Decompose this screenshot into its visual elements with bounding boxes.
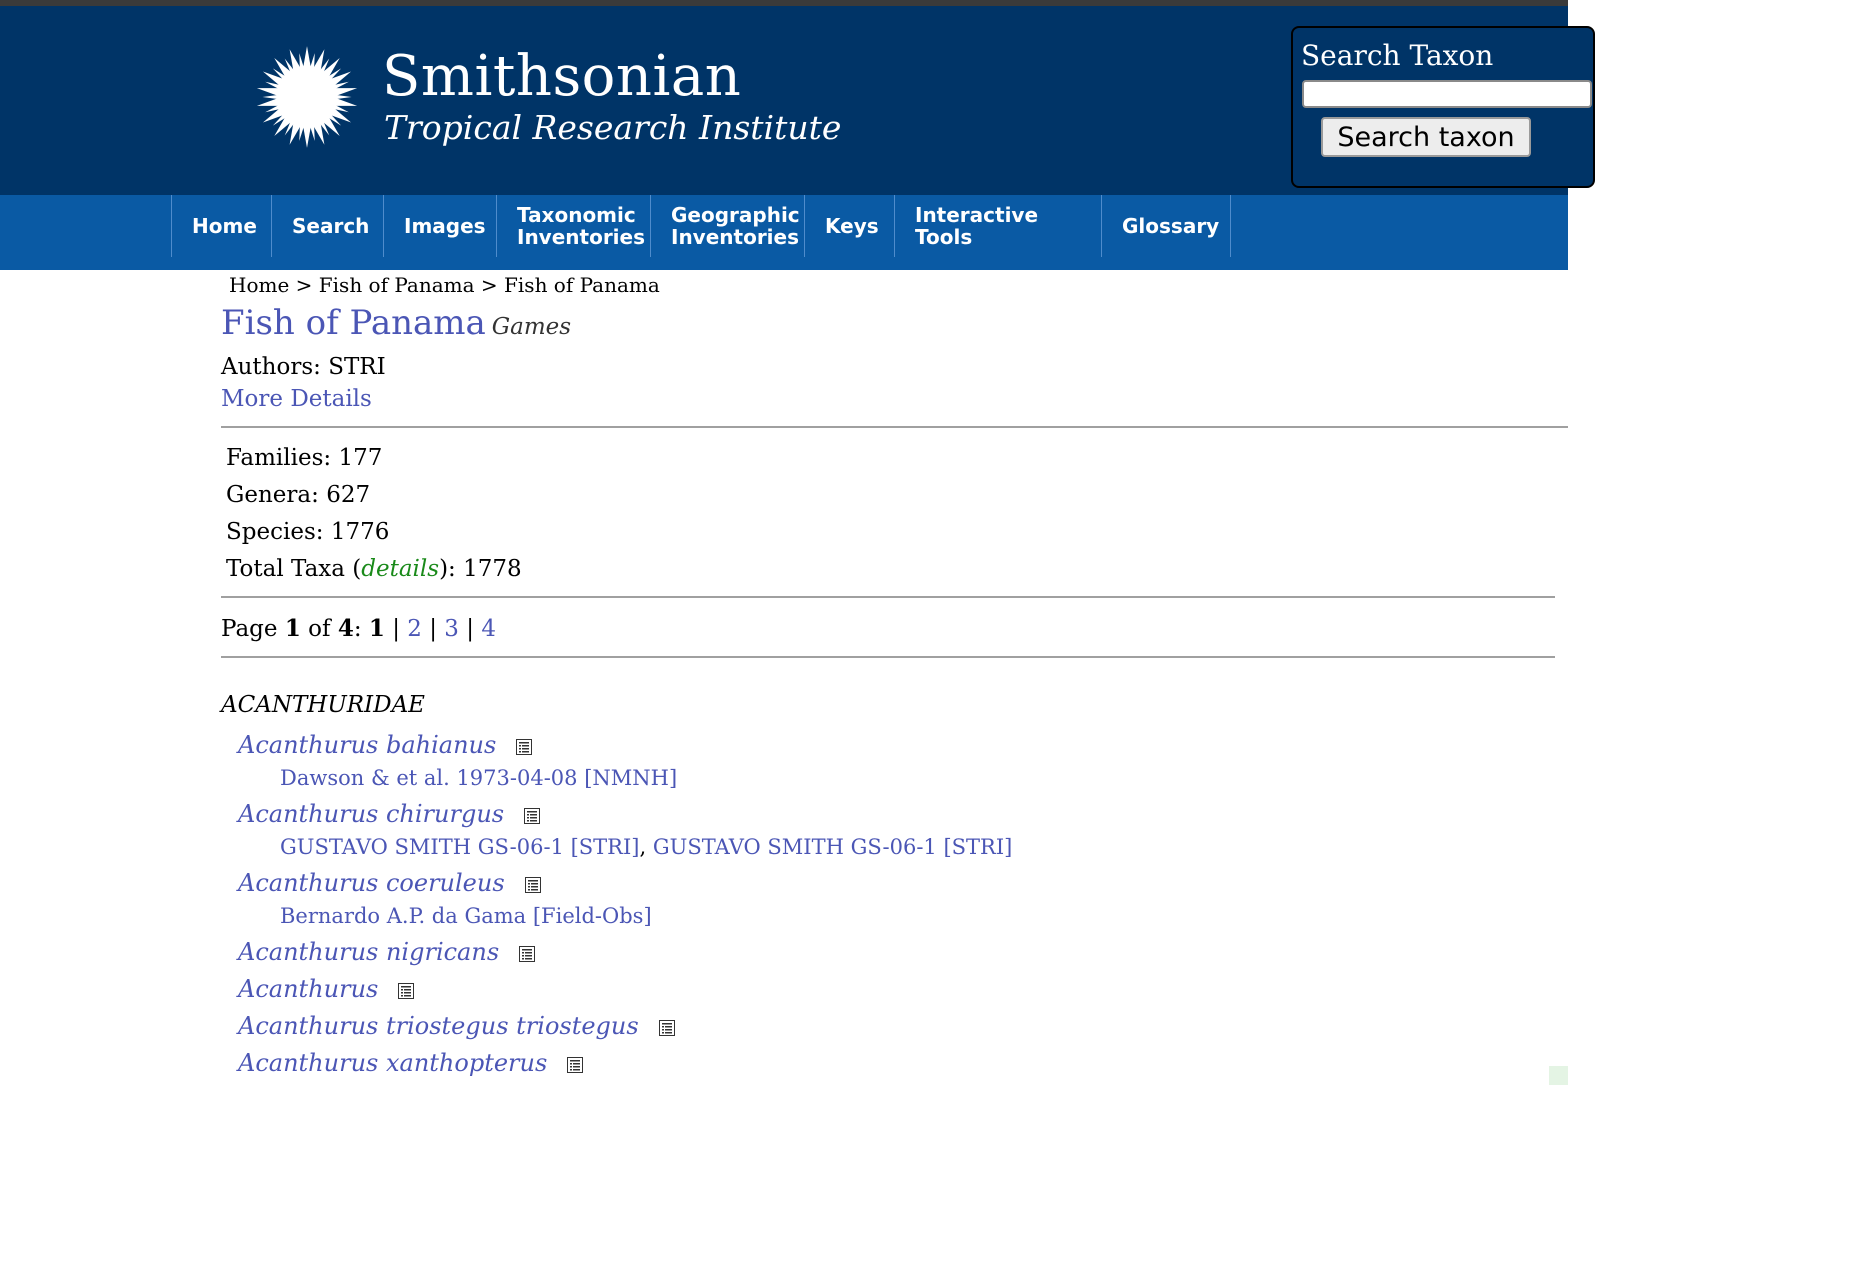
pager-current-page: 1	[368, 615, 385, 642]
genera-label: Genera:	[226, 482, 319, 508]
taxon-item: Acanthurus chirurgus	[238, 799, 541, 829]
pager-separator: |	[392, 616, 400, 642]
authors-value: STRI	[328, 354, 386, 380]
search-taxon-title: Search Taxon	[1301, 39, 1494, 72]
record-link[interactable]: Dawson & et al. 1973-04-08 [NMNH]	[280, 764, 677, 792]
families-value: 177	[338, 445, 383, 471]
pager-of: of	[300, 616, 338, 642]
page-title-text[interactable]: Fish of Panama	[221, 303, 486, 343]
record-line: GUSTAVO SMITH GS-06-1 [STRI], GUSTAVO SM…	[280, 833, 1012, 861]
nav-item-search[interactable]: Search	[271, 195, 383, 257]
games-link[interactable]: Games	[492, 314, 571, 340]
nav-item-taxonomic-inventories[interactable]: Taxonomic Inventories	[496, 195, 650, 257]
families-label: Families:	[226, 445, 332, 471]
checklist-icon[interactable]	[524, 807, 541, 824]
brand-subtitle[interactable]: Tropical Research Institute	[384, 106, 841, 150]
checklist-icon[interactable]	[516, 738, 533, 755]
taxon-item: Acanthurus triostegus triostegus	[238, 1011, 675, 1041]
pagination: Page 1 of 4: 1 | 2 | 3 | 4	[221, 615, 496, 643]
genera-value: 627	[326, 482, 371, 508]
more-details-link[interactable]: More Details	[221, 385, 372, 413]
pager-page-4[interactable]: 4	[481, 616, 496, 642]
breadcrumb-separator: >	[480, 273, 498, 297]
taxon-link[interactable]: Acanthurus chirurgus	[238, 800, 504, 828]
breadcrumb: Home > Fish of Panama > Fish of Panama	[229, 272, 660, 298]
checklist-icon[interactable]	[519, 945, 536, 962]
taxon-item: Acanthurus xanthopterus	[238, 1048, 584, 1078]
pager-separator: |	[429, 616, 437, 642]
total-taxa-value: 1778	[463, 556, 522, 582]
pager-separator: |	[466, 616, 474, 642]
pager-page-3[interactable]: 3	[444, 616, 459, 642]
families-stat: Families: 177	[226, 444, 382, 472]
pager-page-2[interactable]: 2	[407, 616, 422, 642]
search-taxon-button[interactable]: Search taxon	[1321, 117, 1531, 157]
taxon-link[interactable]: Acanthurus nigricans	[238, 938, 499, 966]
checklist-icon[interactable]	[658, 1019, 675, 1036]
taxon-link[interactable]: Acanthurus coeruleus	[238, 869, 505, 897]
authors-line: Authors: STRI	[221, 353, 386, 381]
divider	[221, 426, 1568, 428]
breadcrumb-fish-of-panama[interactable]: Fish of Panama	[319, 273, 475, 297]
pager-prefix: Page	[221, 616, 285, 642]
page-title: Fish of Panama Games	[221, 301, 571, 349]
total-taxa-label: Total Taxa (	[226, 556, 362, 582]
nav-item-images[interactable]: Images	[383, 195, 496, 257]
checklist-icon[interactable]	[567, 1056, 584, 1073]
breadcrumb-current: Fish of Panama	[504, 273, 660, 297]
taxon-item: Acanthurus	[238, 974, 415, 1004]
taxon-link[interactable]: Acanthurus	[238, 975, 378, 1003]
main-nav: Home Search Images Taxonomic Inventories…	[0, 195, 1568, 270]
divider	[221, 596, 1555, 598]
taxon-item: Acanthurus bahianus	[238, 730, 533, 760]
family-heading: ACANTHURIDAE	[221, 692, 425, 718]
divider	[221, 656, 1555, 658]
record-separator: ,	[639, 835, 647, 859]
site-header: Smithsonian Tropical Research Institute …	[0, 6, 1595, 195]
nav-item-interactive-tools[interactable]: Interactive Tools	[894, 195, 1101, 257]
nav-item-home[interactable]: Home	[171, 195, 271, 257]
taxon-item: Acanthurus coeruleus	[238, 868, 541, 898]
search-taxon-panel: Search Taxon Search taxon	[1291, 26, 1595, 188]
pager-colon: :	[353, 616, 369, 642]
checklist-icon[interactable]	[524, 876, 541, 893]
search-taxon-input[interactable]	[1302, 80, 1592, 108]
brand-title[interactable]: Smithsonian	[382, 42, 741, 112]
authors-label: Authors:	[221, 354, 321, 380]
taxon-link[interactable]: Acanthurus bahianus	[238, 731, 496, 759]
breadcrumb-separator: >	[295, 273, 313, 297]
pager-current-number: 1	[284, 615, 301, 642]
nav-item-geographic-inventories[interactable]: Geographic Inventories	[650, 195, 804, 257]
species-label: Species:	[226, 519, 324, 545]
species-value: 1776	[330, 519, 390, 545]
pager-total-number: 4	[337, 615, 354, 642]
nav-item-glossary[interactable]: Glossary	[1101, 195, 1230, 257]
nav-divider	[1230, 195, 1231, 257]
nav-item-keys[interactable]: Keys	[804, 195, 894, 257]
checklist-icon[interactable]	[398, 982, 415, 999]
total-taxa-close: ):	[439, 556, 456, 582]
sun-logo-icon[interactable]	[254, 44, 360, 150]
record-link[interactable]: GUSTAVO SMITH GS-06-1 [STRI]	[653, 835, 1012, 859]
taxon-link[interactable]: Acanthurus triostegus triostegus	[238, 1012, 639, 1040]
taxon-item: Acanthurus nigricans	[238, 937, 536, 967]
genera-stat: Genera: 627	[226, 481, 370, 509]
species-stat: Species: 1776	[226, 518, 389, 546]
record-link[interactable]: Bernardo A.P. da Gama [Field-Obs]	[280, 902, 652, 930]
breadcrumb-home[interactable]: Home	[229, 273, 289, 297]
total-taxa-details-link[interactable]: details	[361, 556, 439, 582]
total-taxa-stat: Total Taxa (details): 1778	[226, 555, 522, 583]
record-link[interactable]: GUSTAVO SMITH GS-06-1 [STRI]	[280, 835, 639, 859]
taxon-link[interactable]: Acanthurus xanthopterus	[238, 1049, 547, 1077]
corner-badge	[1549, 1066, 1568, 1085]
